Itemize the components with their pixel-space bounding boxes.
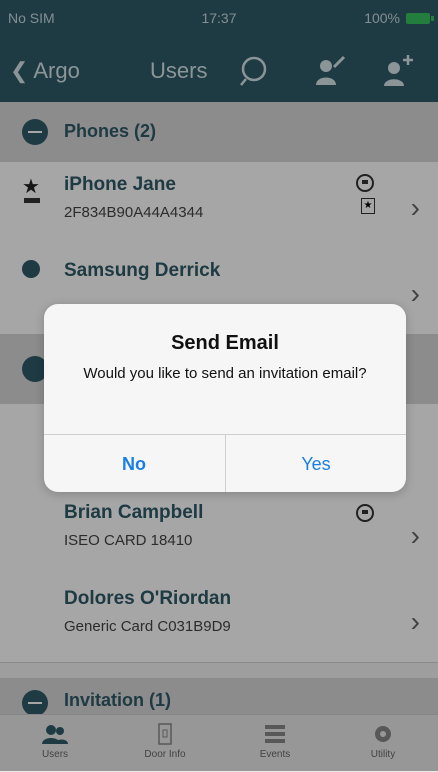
yes-button[interactable]: Yes — [225, 435, 406, 492]
dialog-title: Send Email — [171, 332, 279, 354]
dialog-buttons: No Yes — [44, 434, 406, 492]
no-button[interactable]: No — [44, 435, 224, 492]
alert-dialog: Send Email Would you like to send an inv… — [44, 304, 406, 492]
dialog-message: Would you like to send an invitation ema… — [83, 365, 367, 382]
